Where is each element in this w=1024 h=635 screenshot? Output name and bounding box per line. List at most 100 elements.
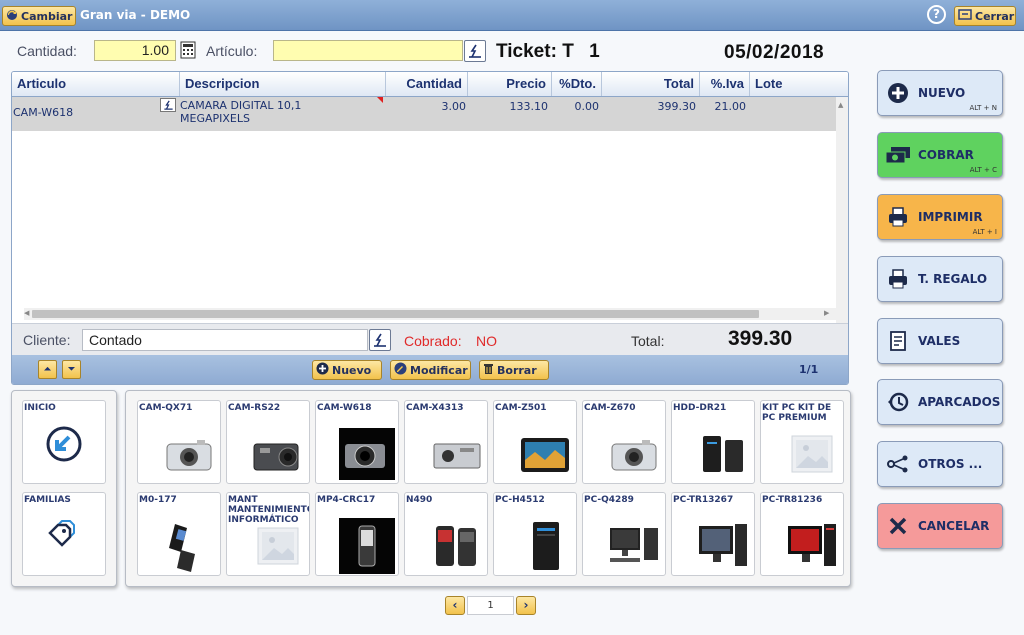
action-imprimir-button[interactable]: IMPRIMIR ALT + I (877, 194, 1003, 240)
col-articulo[interactable]: Articulo (12, 72, 180, 96)
product-tile[interactable]: CAM-Z670 (582, 400, 666, 484)
change-button[interactable]: Cambiar (2, 6, 76, 26)
col-descripcion[interactable]: Descripcion (180, 72, 386, 96)
row-lookup-icon[interactable] (160, 98, 176, 112)
home-arrow-icon (45, 425, 83, 466)
scroll-left-icon[interactable]: ◀ (24, 309, 29, 317)
line-new-button[interactable]: Nuevo (312, 360, 382, 380)
product-tile[interactable]: CAM-X4313 (404, 400, 488, 484)
desktop-monitor-icon (692, 517, 754, 575)
product-tile[interactable]: HDD-DR21 (671, 400, 755, 484)
product-tile[interactable]: N490 (404, 492, 488, 576)
nav-panel: INICIO FAMILIAS (11, 390, 117, 587)
product-code: M0-177 (139, 495, 177, 505)
cell-dto: 0.00 (574, 100, 600, 113)
phones-pair-icon (425, 517, 487, 575)
scroll-right-icon[interactable]: ▶ (824, 309, 829, 317)
grid-vertical-scrollbar[interactable]: ▲ (836, 97, 848, 323)
next-page-icon[interactable]: › (516, 596, 536, 615)
col-cantidad[interactable]: Cantidad (386, 72, 468, 96)
gift-ticket-icon (878, 268, 918, 290)
help-icon[interactable]: ? (927, 5, 946, 24)
tags-icon (45, 517, 83, 558)
close-button[interactable]: Cerrar (954, 6, 1016, 26)
col-lote[interactable]: Lote (750, 72, 848, 96)
product-tile[interactable]: PC-H4512 (493, 492, 577, 576)
nav-familias[interactable]: FAMILIAS (22, 492, 106, 576)
products-panel: CAM-QX71 CAM-RS22 CAM-W618 CAM-X4313 CAM-Z50… (125, 390, 851, 587)
line-delete-button[interactable]: Borrar (479, 360, 549, 380)
comment-marker-icon (377, 97, 383, 103)
product-tile[interactable]: PC-TR81236 (760, 492, 844, 576)
placeholder-image-icon (781, 425, 843, 483)
camera-silver-icon (158, 425, 220, 483)
product-tile[interactable]: PC-Q4289 (582, 492, 666, 576)
col-dto[interactable]: %Dto. (552, 72, 602, 96)
action-t-regalo-button[interactable]: T. REGALO (877, 256, 1003, 302)
nav-familias-label: FAMILIAS (24, 495, 71, 505)
product-tile[interactable]: CAM-W618 (315, 400, 399, 484)
page-input[interactable]: 1 (467, 596, 514, 615)
product-tile[interactable]: KIT PC KIT DE PC PREMIUM (760, 400, 844, 484)
product-tile[interactable]: CAM-RS22 (226, 400, 310, 484)
action-label: T. REGALO (918, 272, 988, 286)
action-nuevo-button[interactable]: NUEVO ALT + N (877, 70, 1003, 116)
articulo-input[interactable] (273, 40, 463, 61)
plus-circle-icon (878, 82, 918, 104)
scroll-thumb[interactable] (32, 310, 759, 318)
product-code: MP4-CRC17 (317, 495, 376, 505)
action-otros-button[interactable]: OTROS ... (877, 441, 1003, 487)
scroll-up-icon[interactable]: ▲ (838, 101, 843, 109)
ticket-number: 1 (589, 41, 600, 62)
prev-page-icon[interactable]: ‹ (445, 596, 465, 615)
action-shortcut: ALT + N (969, 104, 997, 112)
move-down-icon[interactable]: ⏷ (62, 360, 81, 379)
cell-total: 399.30 (657, 100, 697, 113)
cell-iva: 21.00 (714, 100, 747, 113)
product-code: CAM-Z501 (495, 403, 547, 413)
action-vales-button[interactable]: VALES (877, 318, 1003, 364)
col-iva[interactable]: %.Iva (700, 72, 750, 96)
cell-cantidad: 3.00 (441, 100, 467, 113)
col-precio[interactable]: Precio (468, 72, 552, 96)
move-up-icon[interactable]: ⏶ (38, 360, 57, 379)
share-icon (878, 455, 918, 473)
grid-horizontal-scrollbar[interactable]: ◀ ▶ (24, 308, 836, 320)
ticket-series: T (562, 41, 574, 62)
cantidad-input[interactable]: 1.00 (94, 40, 176, 61)
nav-inicio[interactable]: INICIO (22, 400, 106, 484)
client-bar: Cliente: Contado Cobrado: NO Total: 399.… (12, 323, 848, 355)
product-tile[interactable]: M0-177 (137, 492, 221, 576)
product-tile[interactable]: CAM-QX71 (137, 400, 221, 484)
product-code: CAM-Z670 (584, 403, 636, 413)
calculator-icon[interactable] (180, 41, 196, 62)
action-label: APARCADOS (918, 395, 1001, 409)
action-label: CANCELAR (918, 519, 990, 533)
desktop-tower-icon (514, 517, 576, 575)
camera-silver-flat-icon (425, 425, 487, 483)
col-total[interactable]: Total (602, 72, 700, 96)
line-edit-label: Modificar (410, 363, 468, 377)
product-code: HDD-DR21 (673, 403, 727, 413)
product-tile[interactable]: MANT MANTENIMIENTO INFORMÁTICO (226, 492, 310, 576)
cliente-input[interactable]: Contado (82, 329, 368, 351)
action-aparcados-button[interactable]: APARCADOS (877, 379, 1003, 425)
cliente-search-icon[interactable] (369, 329, 391, 351)
trash-icon (483, 362, 494, 378)
table-row[interactable]: CAM-W618 CAMARA DIGITAL 10,1 MEGAPIXELS … (12, 97, 836, 131)
articulo-search-icon[interactable] (464, 40, 486, 62)
product-tile[interactable]: PC-TR13267 (671, 492, 755, 576)
line-edit-button[interactable]: Modificar (390, 360, 471, 380)
product-code: CAM-QX71 (139, 403, 193, 413)
action-cobrar-button[interactable]: COBRAR ALT + C (877, 132, 1003, 178)
product-tile[interactable]: MP4-CRC17 (315, 492, 399, 576)
ticket-date: 05/02/2018 (724, 42, 825, 63)
parked-icon (878, 391, 918, 413)
cobrado-label: Cobrado: (404, 333, 462, 349)
close-window-icon (958, 9, 972, 23)
desktop-red-icon (781, 517, 843, 575)
nav-inicio-label: INICIO (24, 403, 56, 413)
action-cancelar-button[interactable]: CANCELAR (877, 503, 1003, 549)
ticket-label: Ticket: (496, 41, 557, 62)
product-tile[interactable]: CAM-Z501 (493, 400, 577, 484)
